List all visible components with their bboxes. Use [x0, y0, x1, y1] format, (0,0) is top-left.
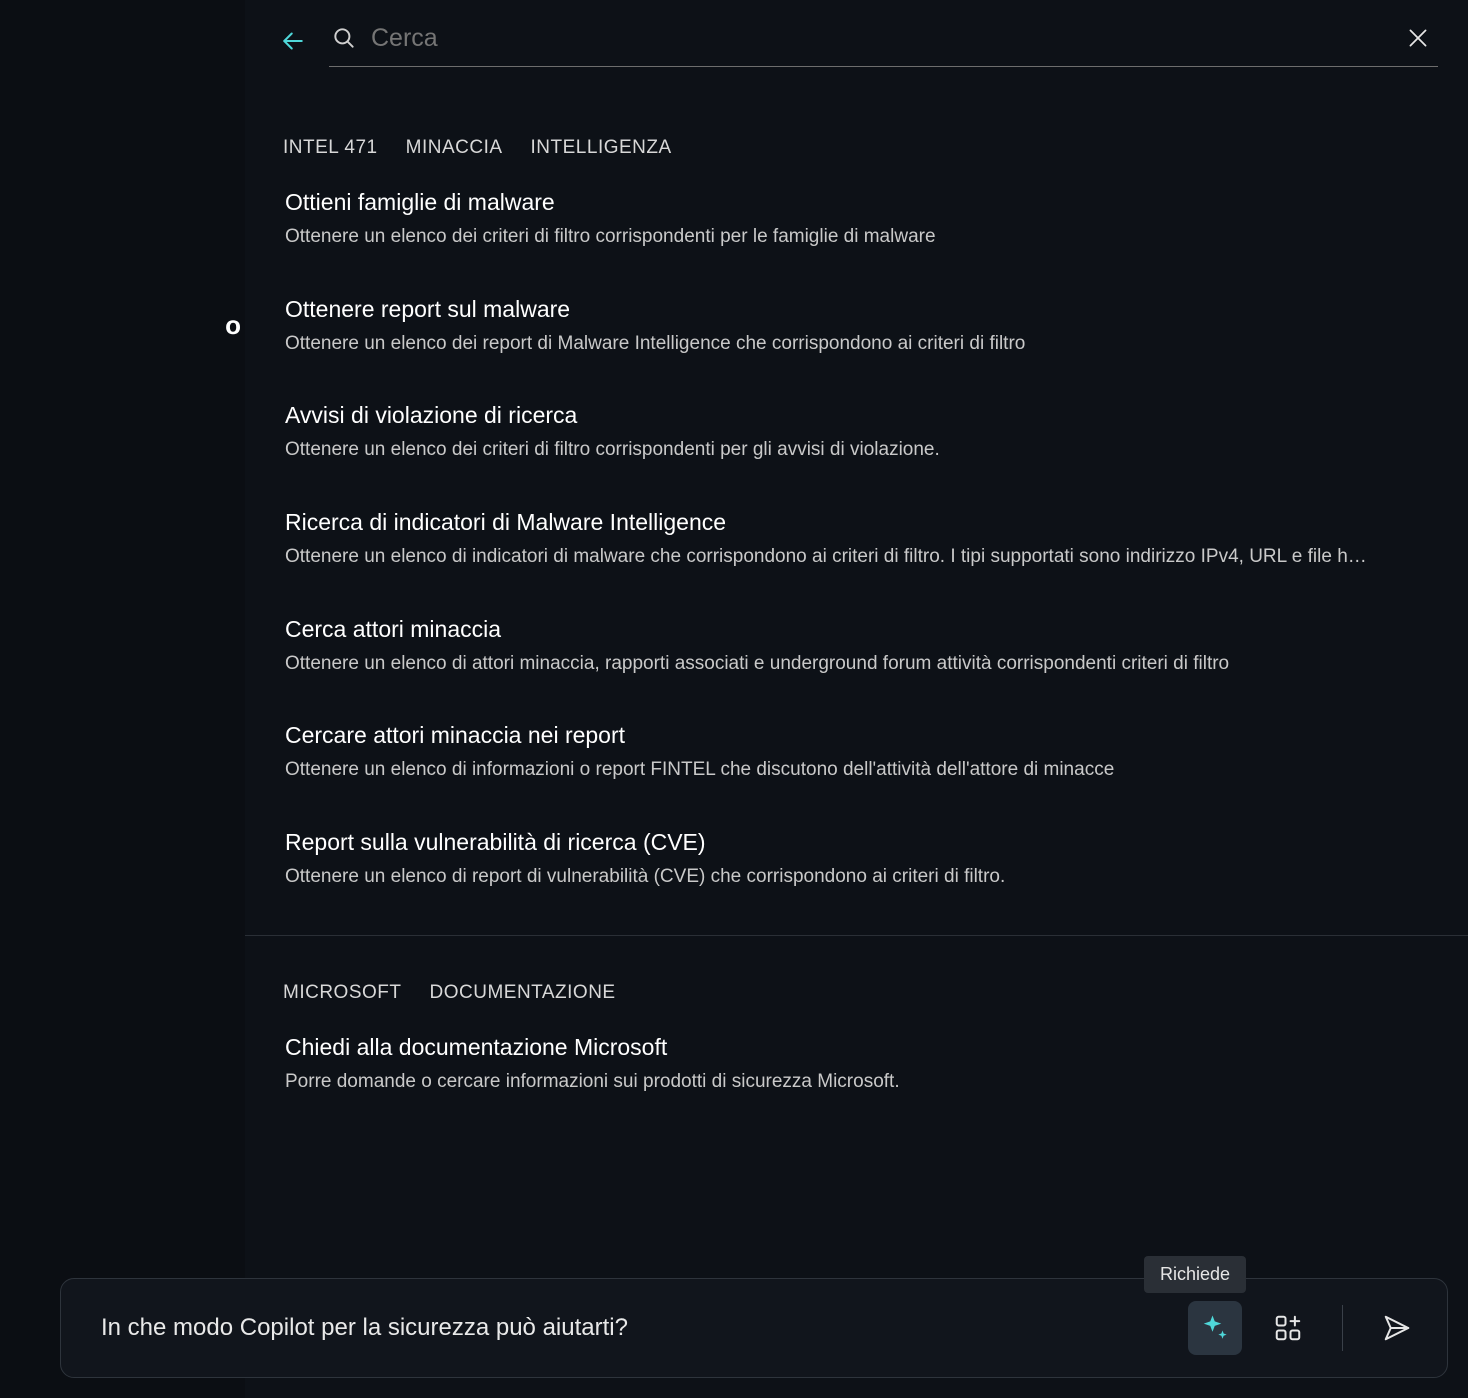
- section-divider: [245, 935, 1468, 936]
- section-header-microsoft-docs: MICROSOFT DOCUMENTAZIONE: [283, 982, 1438, 1004]
- result-item[interactable]: Ottieni famiglie di malware Ottenere un …: [285, 189, 1438, 250]
- result-item[interactable]: Ottenere report sul malware Ottenere un …: [285, 296, 1438, 357]
- prompt-bar: In che modo Copilot per la sicurezza può…: [60, 1278, 1448, 1378]
- search-input[interactable]: [371, 24, 1386, 53]
- result-title: Report sulla vulnerabilità di ricerca (C…: [285, 829, 1438, 856]
- send-button[interactable]: [1375, 1306, 1419, 1350]
- prompts-button[interactable]: Richiede: [1188, 1301, 1242, 1355]
- sources-button[interactable]: [1266, 1306, 1310, 1350]
- result-item[interactable]: Ricerca di indicatori di Malware Intelli…: [285, 509, 1438, 570]
- back-arrow-icon: [278, 26, 308, 56]
- result-desc: Ottenere un elenco di report di vulnerab…: [285, 864, 1425, 890]
- section-header-intel471: INTEL 471 MINACCIA INTELLIGENZA: [283, 137, 1438, 159]
- sparkle-icon: [1200, 1313, 1230, 1343]
- section-header-part: DOCUMENTAZIONE: [430, 982, 616, 1004]
- section-header-part: MINACCIA: [406, 137, 503, 159]
- separator: [1342, 1305, 1343, 1351]
- send-icon: [1382, 1313, 1412, 1343]
- prompt-input[interactable]: In che modo Copilot per la sicurezza può…: [101, 1314, 1188, 1342]
- result-title: Chiedi alla documentazione Microsoft: [285, 1034, 1438, 1061]
- close-icon: [1405, 25, 1431, 51]
- section-header-part: INTELLIGENZA: [531, 137, 672, 159]
- cutoff-text: o: [225, 310, 241, 341]
- result-desc: Ottenere un elenco di indicatori di malw…: [285, 544, 1425, 570]
- prompt-actions: Richiede: [1188, 1301, 1419, 1355]
- section-header-part: MICROSOFT: [283, 982, 402, 1004]
- result-desc: Ottenere un elenco di informazioni o rep…: [285, 757, 1425, 783]
- left-panel-stub: o: [0, 0, 245, 1398]
- results-list: INTEL 471 MINACCIA INTELLIGENZA Ottieni …: [245, 67, 1468, 1398]
- result-item[interactable]: Cerca attori minaccia Ottenere un elenco…: [285, 616, 1438, 677]
- section-header-part: INTEL 471: [283, 137, 378, 159]
- prompts-tooltip: Richiede: [1144, 1256, 1246, 1293]
- result-title: Cercare attori minaccia nei report: [285, 722, 1438, 749]
- close-button[interactable]: [1400, 20, 1436, 56]
- back-button[interactable]: [275, 23, 311, 59]
- search-bar-row: [245, 0, 1468, 67]
- result-title: Cerca attori minaccia: [285, 616, 1438, 643]
- search-panel: INTEL 471 MINACCIA INTELLIGENZA Ottieni …: [245, 0, 1468, 1398]
- result-desc: Ottenere un elenco dei report di Malware…: [285, 331, 1425, 357]
- result-item[interactable]: Chiedi alla documentazione Microsoft Por…: [285, 1034, 1438, 1095]
- result-item[interactable]: Report sulla vulnerabilità di ricerca (C…: [285, 829, 1438, 890]
- result-desc: Porre domande o cercare informazioni sui…: [285, 1069, 1425, 1095]
- prompt-bar-wrapper: In che modo Copilot per la sicurezza può…: [60, 1278, 1448, 1378]
- result-title: Avvisi di violazione di ricerca: [285, 402, 1438, 429]
- result-desc: Ottenere un elenco di attori minaccia, r…: [285, 651, 1425, 677]
- result-desc: Ottenere un elenco dei criteri di filtro…: [285, 437, 1425, 463]
- search-icon: [331, 25, 357, 51]
- result-desc: Ottenere un elenco dei criteri di filtro…: [285, 224, 1425, 250]
- result-title: Ottenere report sul malware: [285, 296, 1438, 323]
- result-item[interactable]: Cercare attori minaccia nei report Otten…: [285, 722, 1438, 783]
- search-field-wrapper: [329, 14, 1438, 67]
- grid-plus-icon: [1273, 1313, 1303, 1343]
- result-title: Ottieni famiglie di malware: [285, 189, 1438, 216]
- result-item[interactable]: Avvisi di violazione di ricerca Ottenere…: [285, 402, 1438, 463]
- result-title: Ricerca di indicatori di Malware Intelli…: [285, 509, 1438, 536]
